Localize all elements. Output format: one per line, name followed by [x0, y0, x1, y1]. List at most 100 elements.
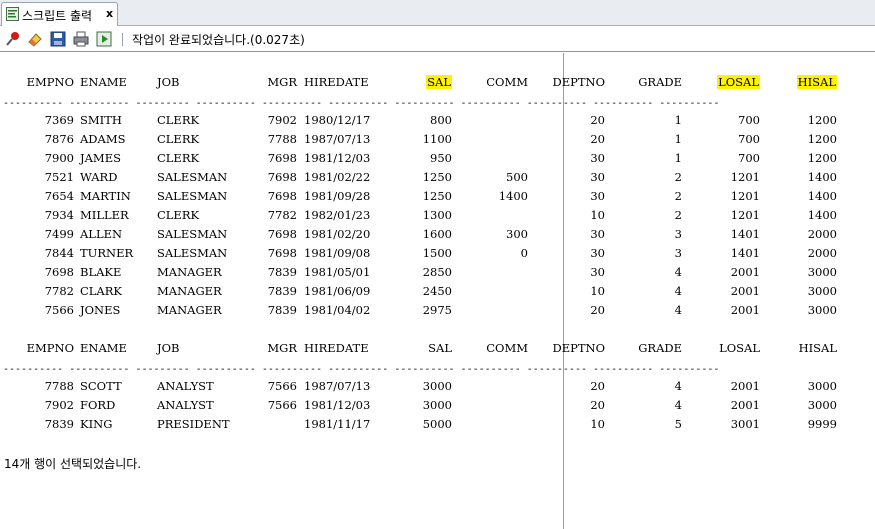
- header-mgr: MGR: [267, 75, 297, 89]
- cell-losal: 700: [738, 132, 760, 146]
- cell-hisal: 3000: [807, 398, 837, 412]
- cell-hiredate: 1981/12/03: [304, 398, 371, 412]
- status-text: 작업이 완료되었습니다.(0.027초): [132, 33, 305, 47]
- cell-sal: 3000: [422, 398, 452, 412]
- cell-hisal: 3000: [807, 265, 837, 279]
- cell-ename: JONES: [80, 303, 121, 317]
- tab-script-output[interactable]: 스크립트 출력 x: [1, 2, 118, 26]
- cell-hisal: 1200: [807, 151, 837, 165]
- cell-deptno: 20: [590, 303, 605, 317]
- cell-grade: 2: [674, 189, 682, 203]
- header-sal-highlight: SAL: [426, 75, 452, 89]
- cell-grade: 5: [674, 417, 682, 431]
- pin-icon[interactable]: [4, 30, 22, 48]
- header-sal: SAL: [428, 341, 452, 355]
- cell-deptno: 30: [590, 170, 605, 184]
- cell-grade: 4: [674, 379, 682, 393]
- cell-sal: 800: [430, 113, 452, 127]
- header-hisal-highlight: HISAL: [796, 75, 837, 89]
- cell-hiredate: 1981/09/28: [304, 189, 371, 203]
- cell-losal: 700: [738, 151, 760, 165]
- header-hiredate: HIREDATE: [304, 341, 369, 355]
- cell-grade: 2: [674, 170, 682, 184]
- cell-ename: KING: [80, 417, 113, 431]
- print-icon[interactable]: [72, 30, 90, 48]
- cell-hiredate: 1981/04/02: [304, 303, 371, 317]
- header-losal-highlight: LOSAL: [717, 75, 760, 89]
- cell-deptno: 30: [590, 265, 605, 279]
- cell-grade: 4: [674, 398, 682, 412]
- cell-grade: 2: [674, 208, 682, 222]
- cell-ename: FORD: [80, 398, 116, 412]
- cell-hiredate: 1981/05/01: [304, 265, 371, 279]
- cell-losal: 700: [738, 113, 760, 127]
- cell-ename: BLAKE: [80, 265, 122, 279]
- tab-bar: 스크립트 출력 x: [0, 0, 875, 26]
- cell-comm: 500: [506, 170, 528, 184]
- cell-job: MANAGER: [157, 284, 222, 298]
- cell-job: MANAGER: [157, 265, 222, 279]
- cell-grade: 3: [674, 227, 682, 241]
- header-hisal: HISAL: [798, 341, 837, 355]
- header-grade: GRADE: [638, 75, 682, 89]
- cell-hisal: 3000: [807, 379, 837, 393]
- cell-deptno: 10: [590, 208, 605, 222]
- script-output-area[interactable]: EMPNO ENAME JOB MGR HIREDATE SAL COMM DE…: [0, 53, 875, 529]
- cell-empno: 7698: [44, 265, 74, 279]
- cell-comm: 300: [506, 227, 528, 241]
- cell-ename: MARTIN: [80, 189, 131, 203]
- cell-empno: 7934: [44, 208, 74, 222]
- cell-sal: 5000: [422, 417, 452, 431]
- cell-losal: 2001: [730, 379, 760, 393]
- save-icon[interactable]: [49, 30, 67, 48]
- cell-hisal: 9999: [807, 417, 837, 431]
- header-comm: COMM: [486, 341, 528, 355]
- tab-label: 스크립트 출력: [22, 9, 93, 23]
- cell-hiredate: 1982/01/23: [304, 208, 371, 222]
- cell-hiredate: 1981/12/03: [304, 151, 371, 165]
- cell-deptno: 10: [590, 417, 605, 431]
- header-losal: LOSAL: [719, 341, 760, 355]
- close-icon[interactable]: x: [106, 7, 113, 20]
- cell-sal: 1250: [422, 170, 452, 184]
- cell-deptno: 20: [590, 132, 605, 146]
- cell-sal: 2450: [422, 284, 452, 298]
- cell-empno: 7839: [44, 417, 74, 431]
- header-job: JOB: [157, 75, 180, 89]
- cell-job: SALESMAN: [157, 189, 228, 203]
- cell-job: SALESMAN: [157, 246, 228, 260]
- cell-hisal: 2000: [807, 246, 837, 260]
- cell-job: SALESMAN: [157, 227, 228, 241]
- cell-losal: 1201: [730, 189, 760, 203]
- header-comm: COMM: [486, 75, 528, 89]
- cell-ename: TURNER: [80, 246, 134, 260]
- cell-mgr: 7566: [267, 398, 297, 412]
- cell-job: ANALYST: [157, 398, 214, 412]
- cell-sal: 1600: [422, 227, 452, 241]
- cell-mgr: 7839: [267, 303, 297, 317]
- cell-losal: 1401: [730, 227, 760, 241]
- eraser-icon[interactable]: [26, 30, 44, 48]
- cell-mgr: 7698: [267, 151, 297, 165]
- header-ename: ENAME: [80, 341, 127, 355]
- header-empno: EMPNO: [26, 75, 74, 89]
- cell-empno: 7788: [44, 379, 74, 393]
- cell-losal: 2001: [730, 398, 760, 412]
- cell-deptno: 30: [590, 246, 605, 260]
- toolbar: 작업이 완료되었습니다.(0.027초): [0, 27, 875, 52]
- cell-hiredate: 1981/06/09: [304, 284, 371, 298]
- cell-losal: 2001: [730, 303, 760, 317]
- cell-hiredate: 1981/02/22: [304, 170, 371, 184]
- cell-sal: 2975: [422, 303, 452, 317]
- cell-sal: 1300: [422, 208, 452, 222]
- cell-sal: 1100: [422, 132, 452, 146]
- cell-losal: 1201: [730, 170, 760, 184]
- cell-mgr: 7698: [267, 170, 297, 184]
- cell-deptno: 30: [590, 227, 605, 241]
- run-script-icon[interactable]: [95, 30, 113, 48]
- cell-empno: 7900: [44, 151, 74, 165]
- cell-empno: 7654: [44, 189, 74, 203]
- cell-sal: 3000: [422, 379, 452, 393]
- cell-ename: ALLEN: [80, 227, 123, 241]
- cell-sal: 2850: [422, 265, 452, 279]
